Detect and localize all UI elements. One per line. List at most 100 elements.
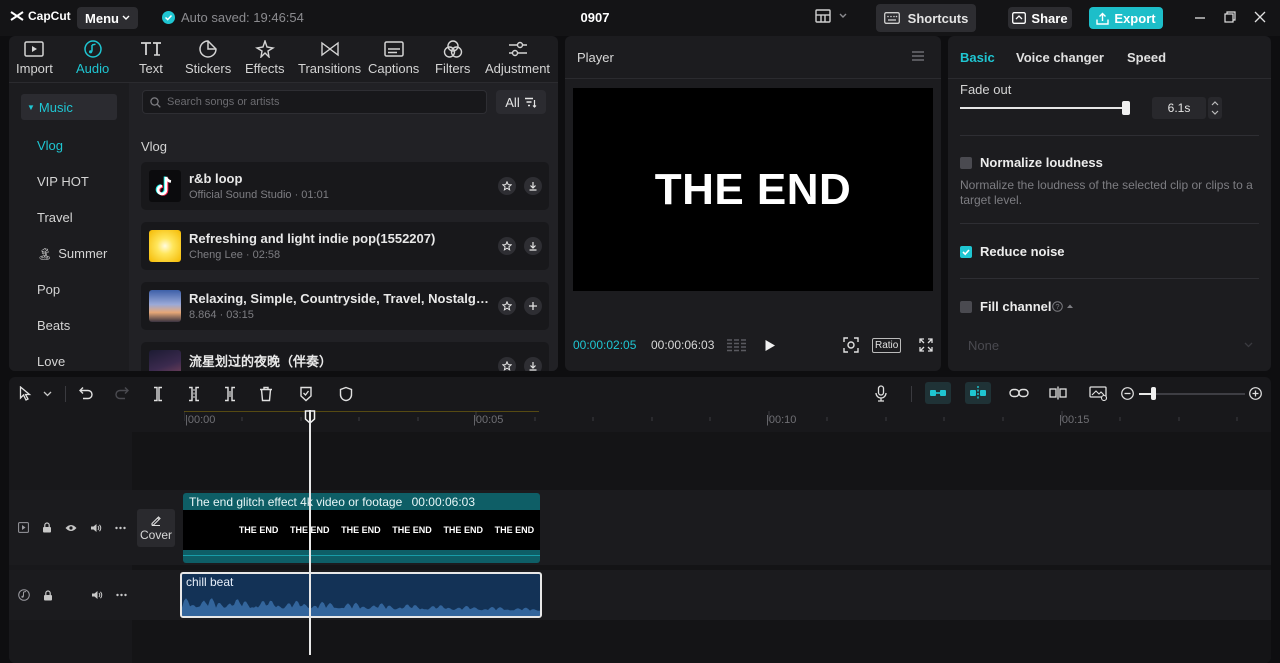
tab-effects[interactable]: Effects [245, 40, 285, 76]
reduce-noise-checkbox[interactable] [960, 246, 972, 258]
fade-out-slider-handle[interactable] [1121, 101, 1130, 115]
audio-clip[interactable]: chill beat [180, 572, 542, 618]
playhead[interactable] [309, 410, 311, 655]
landscape-thumbnail [149, 290, 181, 322]
lock-icon[interactable] [42, 522, 52, 533]
sidebar-item-vlog[interactable]: Vlog [37, 138, 63, 153]
timecode-format-icon[interactable] [726, 338, 748, 352]
chevron-down-icon[interactable] [43, 391, 52, 397]
lock-icon[interactable] [43, 589, 53, 601]
sidebar-item-vip-hot[interactable]: VIP HOT [37, 174, 89, 189]
fade-out-stepper[interactable] [1208, 97, 1222, 119]
undo-icon[interactable] [79, 386, 93, 400]
favorite-button[interactable] [498, 357, 516, 371]
song-meta: Cheng Lee · 02:58 [189, 249, 281, 261]
download-button[interactable] [524, 177, 542, 195]
video-clip[interactable]: The end glitch effect 4k video or footag… [183, 493, 540, 563]
tab-text[interactable]: Text [139, 40, 163, 76]
tab-import[interactable]: Import [16, 40, 53, 76]
check-circle-icon [162, 11, 175, 24]
hamburger-menu-icon[interactable] [911, 50, 925, 62]
more-options-icon[interactable] [115, 526, 126, 530]
sun-thumbnail [149, 230, 181, 262]
tab-adjustment[interactable]: Adjustment [485, 40, 550, 76]
layout-button[interactable] [815, 9, 847, 23]
download-button[interactable] [524, 237, 542, 255]
download-icon [529, 362, 537, 371]
sidebar-item-pop[interactable]: Pop [37, 282, 60, 297]
ratio-button[interactable]: Ratio [872, 338, 902, 353]
redo-icon[interactable] [115, 386, 129, 400]
audio-clip-label: chill beat [186, 575, 234, 589]
close-icon[interactable] [1254, 10, 1266, 24]
snapshot-icon[interactable] [843, 337, 859, 353]
sidebar-item-travel[interactable]: Travel [37, 210, 73, 225]
microphone-icon[interactable] [875, 385, 887, 402]
sidebar-item-music[interactable]: ▼ Music [21, 94, 117, 120]
cover-button[interactable]: Cover [137, 509, 175, 547]
song-item[interactable]: Relaxing, Simple, Countryside, Travel, N… [141, 282, 549, 330]
shortcuts-button[interactable]: Shortcuts [876, 4, 976, 32]
reduce-noise-label: Reduce noise [980, 244, 1065, 259]
volume-icon[interactable] [91, 590, 103, 600]
help-icon[interactable]: ? [1052, 301, 1063, 312]
delete-icon[interactable] [259, 386, 273, 402]
share-button[interactable]: Share [1008, 7, 1072, 29]
fill-channel-select[interactable]: None [960, 333, 1259, 357]
tab-stickers[interactable]: Stickers [185, 40, 231, 76]
timeline-ruler[interactable] [184, 411, 1264, 421]
zoom-in-icon[interactable] [1249, 387, 1262, 400]
thumbnail-view-icon[interactable] [1089, 386, 1107, 401]
download-icon [529, 182, 537, 191]
restore-icon[interactable] [1224, 10, 1236, 24]
normalize-loudness-checkbox[interactable] [960, 157, 972, 169]
play-icon[interactable] [764, 339, 776, 352]
tab-basic[interactable]: Basic [960, 50, 995, 65]
song-item[interactable]: Refreshing and light indie pop(1552207) … [141, 222, 549, 270]
minimize-icon[interactable] [1194, 10, 1206, 24]
sidebar-item-beats[interactable]: Beats [37, 318, 70, 333]
tab-filters[interactable]: Filters [435, 40, 470, 76]
timeline-panel: |00:00 |00:05 |00:10 |00:15 Cover The en… [9, 377, 1271, 663]
song-item[interactable]: r&b loop Official Sound Studio · 01:01 [141, 162, 549, 210]
video-preview[interactable]: THE END [573, 88, 933, 291]
add-button[interactable] [524, 297, 542, 315]
main-track-magnet-toggle[interactable] [925, 382, 951, 404]
link-icon[interactable] [1009, 388, 1029, 398]
eye-icon[interactable] [65, 524, 77, 532]
tab-speed[interactable]: Speed [1127, 50, 1166, 65]
split-left-icon[interactable] [187, 386, 201, 402]
tab-captions[interactable]: Captions [368, 40, 419, 76]
split-right-icon[interactable] [223, 386, 237, 402]
marker-icon[interactable] [299, 386, 313, 402]
search-input[interactable]: Search songs or artists [142, 90, 487, 114]
favorite-button[interactable] [498, 237, 516, 255]
shield-icon[interactable] [339, 386, 353, 402]
star-icon [502, 241, 512, 251]
export-button[interactable]: Export [1089, 7, 1163, 29]
tab-transitions[interactable]: Transitions [298, 40, 361, 76]
fill-channel-checkbox[interactable] [960, 301, 972, 313]
split-icon[interactable] [151, 386, 165, 402]
more-options-icon[interactable] [116, 593, 127, 597]
tab-audio[interactable]: Audio [76, 40, 109, 76]
preview-axis-icon[interactable] [1049, 386, 1067, 400]
menu-button[interactable]: Menu [77, 7, 138, 29]
zoom-slider-handle[interactable] [1151, 387, 1156, 400]
tab-voice-changer[interactable]: Voice changer [1016, 50, 1104, 65]
sidebar-item-love[interactable]: Love [37, 354, 65, 369]
volume-icon[interactable] [90, 523, 102, 533]
download-button[interactable] [524, 357, 542, 371]
zoom-out-icon[interactable] [1121, 387, 1134, 400]
sidebar-item-summer[interactable]: 🏝 Summer [37, 246, 107, 261]
auto-snap-toggle[interactable] [965, 382, 991, 404]
favorite-button[interactable] [498, 177, 516, 195]
fade-out-slider[interactable] [960, 107, 1129, 109]
filter-button[interactable]: All [496, 90, 546, 114]
fade-out-value-input[interactable]: 6.1s [1152, 97, 1206, 119]
song-item[interactable]: 流星划过的夜晚（伴奏） [141, 342, 549, 371]
favorite-button[interactable] [498, 297, 516, 315]
project-title[interactable]: 0907 [560, 10, 630, 25]
cursor-select-icon[interactable] [19, 386, 32, 401]
fullscreen-icon[interactable] [919, 338, 933, 352]
